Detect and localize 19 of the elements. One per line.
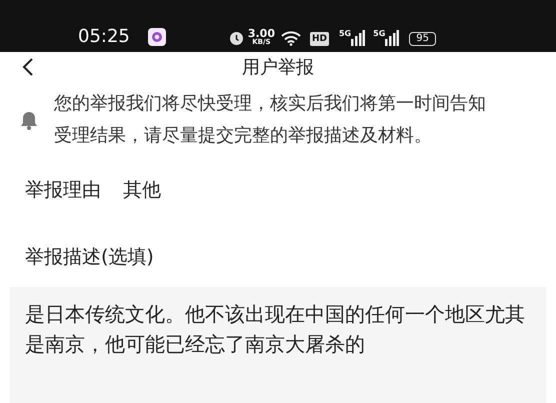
network-speed: 3.00 bbox=[248, 28, 275, 39]
network-type: 5G bbox=[373, 30, 386, 38]
notice-text: 您的举报我们将尽快受理，核实后我们将第一时间告知受理结果，请尽量提交完整的举报描述及材料。 bbox=[54, 92, 487, 148]
network-type: 5G bbox=[338, 30, 352, 38]
reason-value[interactable]: 其他 bbox=[123, 176, 161, 204]
status-time: 05:25 bbox=[78, 28, 130, 46]
reason-label: 举报理由 bbox=[25, 178, 101, 203]
signal-icon bbox=[385, 30, 400, 46]
app-notification-icon bbox=[148, 28, 166, 46]
back-icon[interactable] bbox=[22, 58, 34, 76]
description-label: 举报描述(选填) bbox=[24, 244, 155, 270]
hd-badge: HD bbox=[310, 32, 329, 46]
description-field[interactable]: 是日本传统文化。他不该出现在中国的任何一个地区尤其是南京，他可能已经忘了南京大屠杀的 bbox=[10, 287, 546, 403]
signal-icon bbox=[351, 30, 366, 46]
page-title: 用户举报 bbox=[242, 56, 314, 80]
wifi-icon bbox=[280, 30, 302, 46]
alarm-icon bbox=[228, 29, 245, 46]
bell-icon bbox=[20, 110, 38, 130]
battery-indicator: 95 bbox=[409, 32, 436, 46]
